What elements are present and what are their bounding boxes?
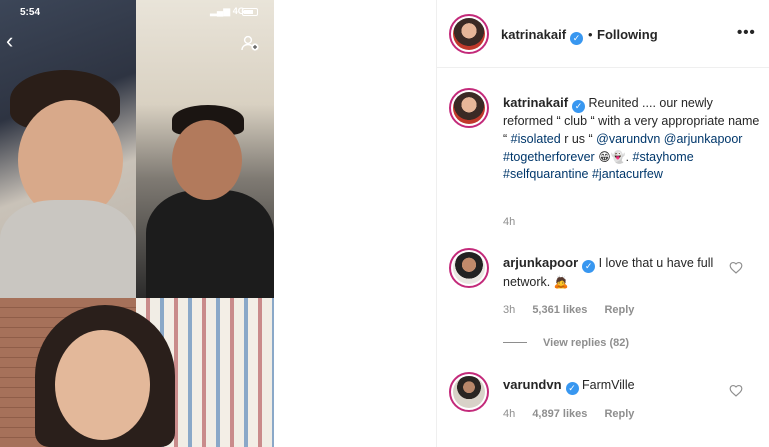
comment-meta: 3h 5,361 likes Reply: [503, 304, 648, 316]
post-header: katrinakaif ✓ • Following •••: [437, 0, 769, 68]
person-face: [172, 120, 242, 200]
battery-icon: [242, 8, 258, 16]
post-media[interactable]: 5:54 ▂▄▆ 4G ‹: [0, 0, 274, 447]
hashtag-link[interactable]: #stayhome: [633, 150, 694, 164]
comment-text: FarmVille: [582, 378, 635, 392]
view-replies-button[interactable]: View replies (82): [503, 337, 629, 349]
comment-username-link[interactable]: varundvn: [503, 377, 562, 392]
reply-button[interactable]: Reply: [604, 408, 634, 420]
verified-badge-icon: ✓: [572, 100, 586, 113]
person-face: [55, 330, 150, 440]
caption-username-link[interactable]: katrinakaif: [503, 95, 568, 110]
following-button[interactable]: Following: [597, 27, 658, 42]
person-body: [146, 190, 274, 298]
back-chevron-icon: ‹: [6, 28, 14, 53]
separator-dot: •: [588, 27, 593, 42]
person-shirt: [0, 200, 136, 298]
verified-badge-icon: ✓: [582, 260, 596, 273]
signal-icon: ▂▄▆ 4G: [210, 6, 245, 16]
hashtag-link[interactable]: #isolated: [511, 132, 561, 146]
caption-text: r us “: [564, 131, 593, 146]
divider-line: [503, 342, 527, 343]
status-time: 5:54: [20, 7, 41, 18]
heart-icon[interactable]: [729, 384, 743, 398]
header-username-row: katrinakaif ✓: [501, 26, 584, 45]
comment-timestamp[interactable]: 3h: [503, 304, 515, 316]
post-sidebar: katrinakaif ✓ • Following ••• katrinakaif…: [436, 0, 769, 447]
avatar[interactable]: [453, 376, 485, 408]
comment: arjunkapoor ✓ I love that u have full net…: [503, 254, 743, 291]
hashtag-link[interactable]: #jantacurfew: [592, 167, 663, 181]
add-person-icon: [241, 35, 259, 51]
caption-timestamp[interactable]: 4h: [503, 216, 515, 228]
reply-button[interactable]: Reply: [604, 304, 634, 316]
avatar[interactable]: [453, 92, 485, 124]
heart-icon[interactable]: [729, 261, 743, 275]
mention-link[interactable]: @varundvn: [596, 132, 660, 146]
hashtag-link[interactable]: #togetherforever: [503, 150, 595, 164]
comment-username-link[interactable]: arjunkapoor: [503, 255, 578, 270]
phone-status-bar: 5:54 ▂▄▆ 4G: [0, 0, 274, 24]
post-caption: katrinakaif ✓ Reunited .... our newly ref…: [503, 94, 763, 184]
verified-badge-icon: ✓: [565, 382, 579, 395]
comment-timestamp[interactable]: 4h: [503, 408, 515, 420]
comment-meta: 4h 4,897 likes Reply: [503, 408, 648, 420]
mention-link[interactable]: @arjunkapoor: [664, 132, 743, 146]
comment: varundvn ✓ FarmVille: [503, 376, 743, 395]
verified-badge-icon: ✓: [570, 32, 584, 45]
emoji-grin-ghost: 😁👻.: [598, 149, 630, 164]
more-options-icon[interactable]: •••: [737, 24, 756, 41]
comment-likes[interactable]: 5,361 likes: [532, 304, 587, 316]
username-link[interactable]: katrinakaif: [501, 27, 566, 42]
avatar[interactable]: [453, 18, 485, 50]
comment-likes[interactable]: 4,897 likes: [532, 408, 587, 420]
hashtag-link[interactable]: #selfquarantine: [503, 167, 588, 181]
avatar[interactable]: [453, 252, 485, 284]
emoji-bowing: 🙇: [553, 275, 569, 289]
view-replies-label: View replies (82): [543, 337, 630, 349]
